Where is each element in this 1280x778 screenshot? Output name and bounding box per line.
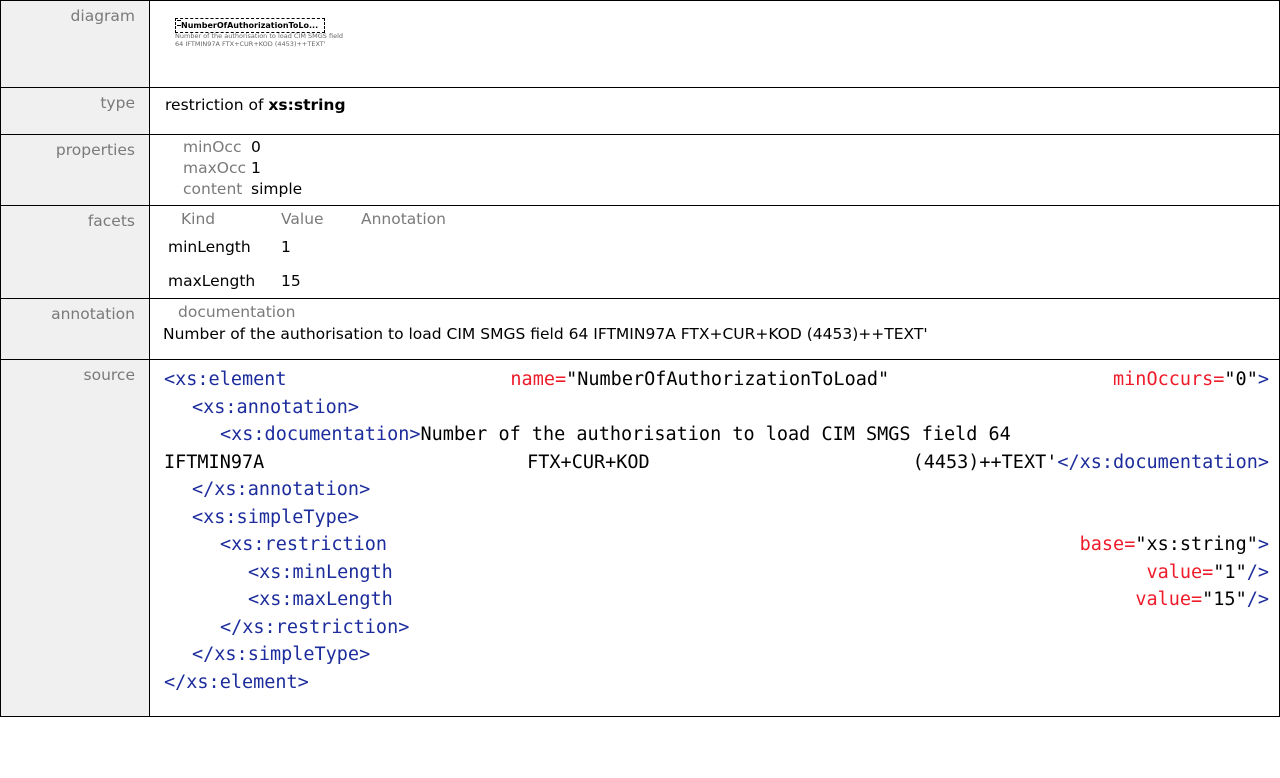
property-value: 0 (251, 138, 261, 156)
element-diagram-icon (177, 20, 181, 26)
element-diagram-documentation: Number of the authorisation to load CIM … (175, 32, 344, 48)
facets-row: facets Kind Value Annotation minLength 1… (0, 205, 1280, 299)
code-line: <xs:restriction base="xs:string"> (164, 531, 1269, 559)
source-code: <xs:element name="NumberOfAuthorizationT… (164, 366, 1269, 696)
type-cell: restriction of xs:string (149, 87, 1280, 135)
diagram-label: diagram (0, 0, 150, 88)
property-key: minOcc (183, 138, 242, 156)
property-value: 1 (251, 159, 261, 177)
code-line: <xs:simpleType> (164, 504, 1269, 532)
properties-cell: minOcc 0 maxOcc 1 content simple (149, 134, 1280, 206)
source-label: source (0, 359, 150, 717)
property-key: maxOcc (183, 159, 247, 177)
facet-kind: maxLength (168, 272, 256, 290)
facet-value: 15 (281, 272, 301, 290)
properties-grid: minOcc 0 maxOcc 1 content simple (165, 137, 1264, 200)
code-attribute: base="xs:string"> (1079, 534, 1269, 555)
facets-grid: Kind Value Annotation minLength 1 maxLen… (165, 208, 1264, 298)
code-line: <xs:maxLength value="15"/> (164, 586, 1269, 614)
code-line: </xs:annotation> (164, 476, 1269, 504)
type-prefix: restriction of (165, 96, 269, 114)
annotation-cell: documentation Number of the authorisatio… (149, 298, 1280, 360)
code-line: <xs:minLength value="1"/> (164, 559, 1269, 587)
facet-kind: minLength (168, 238, 251, 256)
code-text: FTX+CUR+KOD (527, 451, 650, 473)
code-tag: <xs:annotation> (192, 396, 360, 418)
code-attribute: minOccurs="0"> (1113, 369, 1269, 390)
source-cell: <xs:element name="NumberOfAuthorizationT… (149, 359, 1280, 717)
code-tag: <xs:maxLength (248, 589, 393, 610)
code-tag: </xs:annotation> (192, 479, 371, 500)
type-base-link[interactable]: xs:string (268, 96, 345, 114)
code-line: <xs:element name="NumberOfAuthorizationT… (164, 366, 1269, 394)
annotation-label: annotation (0, 298, 150, 360)
type-label: type (0, 87, 150, 135)
code-line: </xs:simpleType> (164, 641, 1269, 669)
source-row: source <xs:element name="NumberOfAuthori… (0, 359, 1280, 717)
code-attribute: name="NumberOfAuthorizationToLoad" (510, 369, 890, 390)
code-tag: </xs:element> (164, 671, 309, 693)
annotation-text: Number of the authorisation to load CIM … (163, 325, 928, 343)
code-tag: <xs:minLength (248, 561, 393, 583)
schema-doc-table: diagram NumberOfAuthorizationToLo... Num… (0, 0, 1280, 717)
facets-cell: Kind Value Annotation minLength 1 maxLen… (149, 205, 1280, 299)
code-text: (4453)++TEXT'</xs:documentation> (912, 451, 1269, 473)
property-key: content (183, 180, 243, 198)
facets-header-value: Value (281, 210, 324, 228)
code-line: <xs:annotation> (164, 394, 1269, 422)
diagram-row: diagram NumberOfAuthorizationToLo... Num… (0, 0, 1280, 88)
code-attribute: value="15"/> (1135, 589, 1269, 610)
diagram-cell: NumberOfAuthorizationToLo... Number of t… (149, 0, 1280, 88)
code-documentation: <xs:documentation>Number of the authoris… (220, 424, 1011, 445)
code-line: <xs:documentation>Number of the authoris… (164, 421, 1269, 449)
code-line: IFTMIN97A FTX+CUR+KOD (4453)++TEXT'</xs:… (164, 449, 1269, 477)
facet-value: 1 (281, 238, 291, 256)
annotation-heading: documentation (178, 303, 296, 321)
code-attribute: value="1"/> (1146, 561, 1269, 583)
code-line: </xs:restriction> (164, 614, 1269, 642)
code-text: IFTMIN97A (164, 451, 265, 473)
code-tag: <xs:simpleType> (192, 506, 360, 528)
facet-annotation (361, 264, 1264, 298)
facet-annotation (361, 230, 1264, 264)
facets-header-annotation: Annotation (361, 210, 447, 228)
code-tag: </xs:simpleType> (192, 644, 371, 665)
property-value: simple (251, 180, 303, 198)
code-tag: <xs:restriction (220, 534, 388, 555)
facets-label: facets (0, 205, 150, 299)
element-diagram-box[interactable]: NumberOfAuthorizationToLo... (175, 18, 326, 33)
annotation-row: annotation documentation Number of the a… (0, 298, 1280, 360)
code-tag: <xs:element (164, 369, 287, 390)
properties-row: properties minOcc 0 maxOcc 1 content sim… (0, 134, 1280, 206)
type-row: type restriction of xs:string (0, 87, 1280, 135)
facets-header-kind: Kind (181, 210, 216, 228)
element-diagram-name: NumberOfAuthorizationToLo... (181, 21, 319, 30)
code-tag: </xs:restriction> (220, 616, 410, 638)
code-line: </xs:element> (164, 669, 1269, 697)
properties-label: properties (0, 134, 150, 206)
